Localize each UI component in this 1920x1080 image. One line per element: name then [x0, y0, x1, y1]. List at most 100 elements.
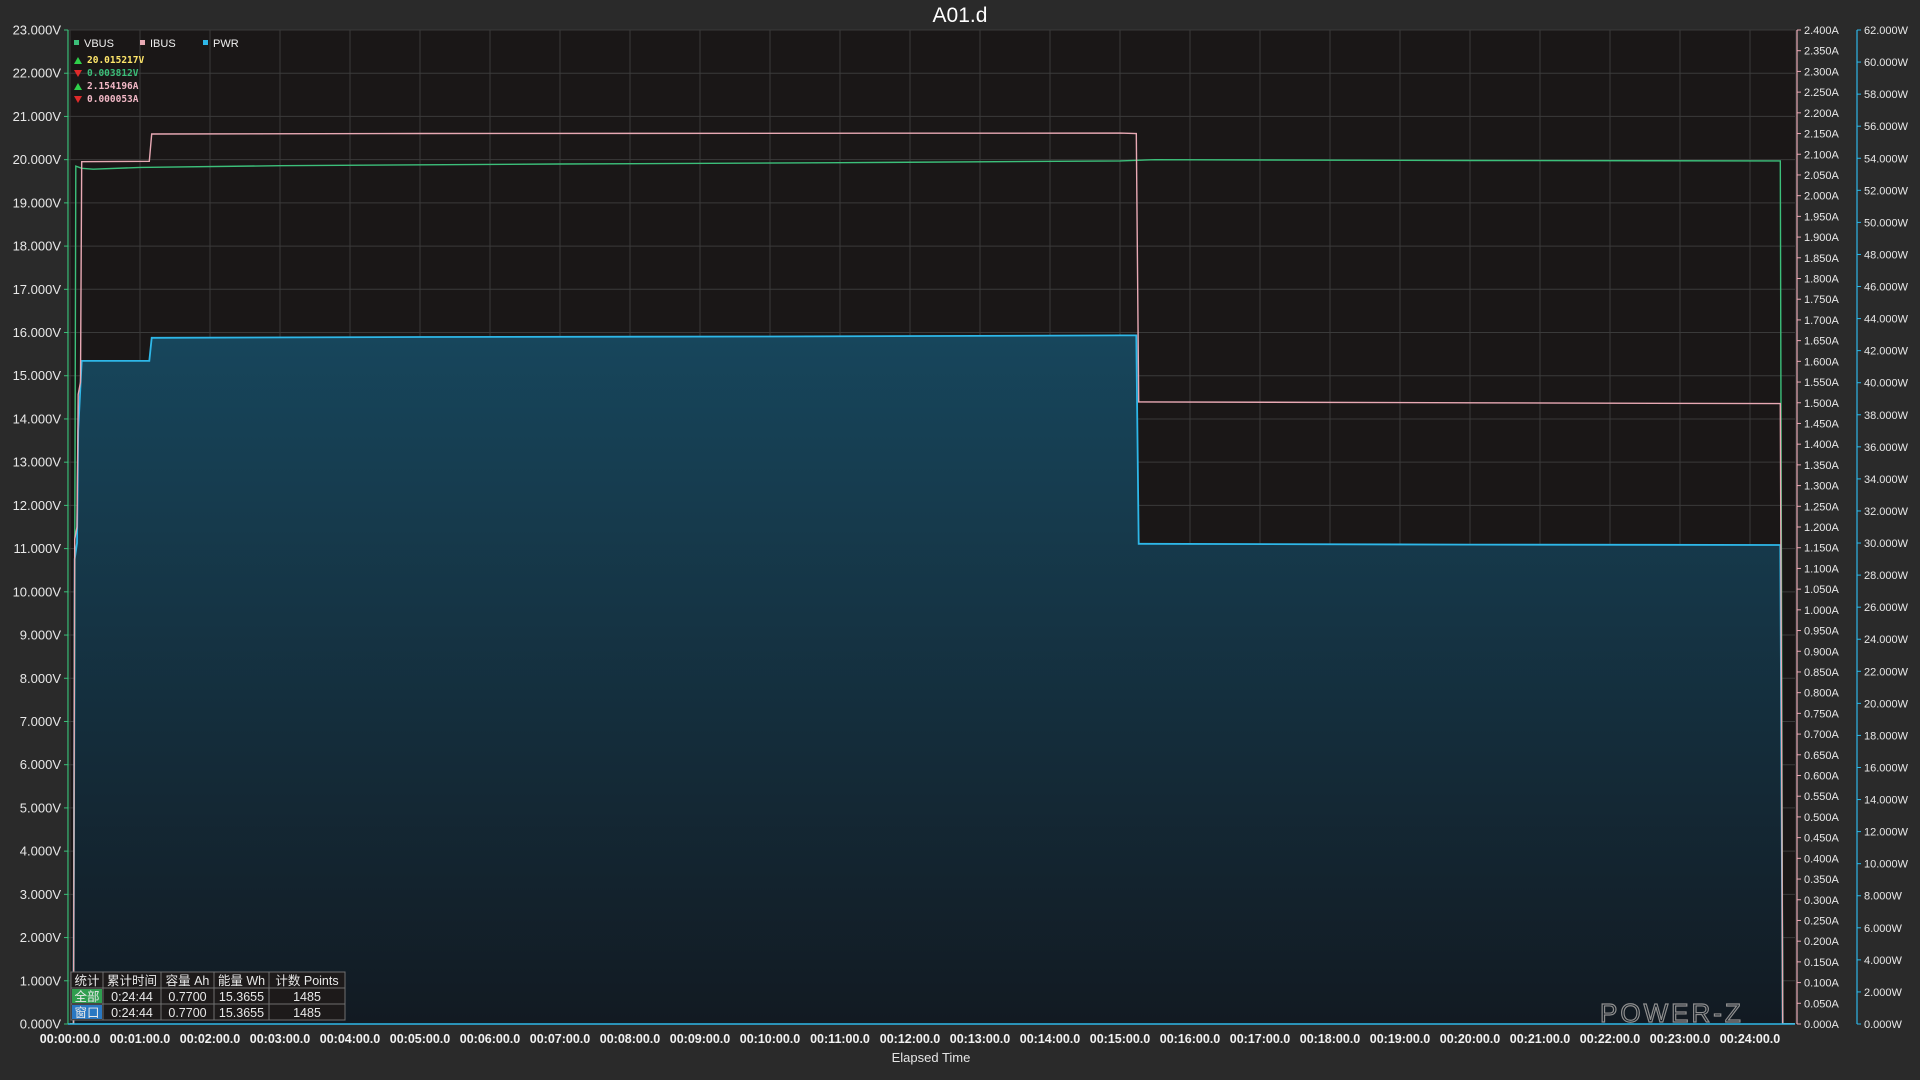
stats-table: 统计 累计时间 容量 Ah 能量 Wh 计数 Points 全部 0:24:44 0.7700…	[70, 971, 346, 1021]
x-tick-label: 00:18:00.0	[1300, 1032, 1361, 1046]
left-tick-label: 20.000V	[13, 152, 62, 167]
power-tick-label: 14.000W	[1864, 795, 1909, 807]
current-axis-ticks: 0.000A 0.050A 0.100A 0.150A 0.200A 0.250A 0.30…	[1797, 25, 1840, 1031]
x-tick-label: 00:21:00.0	[1510, 1032, 1571, 1046]
legend-swatch	[74, 40, 79, 45]
power-tick-label: 22.000W	[1864, 666, 1909, 678]
left-tick-label: 16.000V	[13, 325, 62, 340]
x-tick-label: 00:22:00.0	[1580, 1032, 1641, 1046]
x-tick-label: 00:00:00.0	[40, 1032, 101, 1046]
current-tick-label: 0.250A	[1804, 915, 1840, 927]
current-tick-label: 0.150A	[1804, 957, 1840, 969]
chart-title: A01.d	[933, 4, 988, 27]
readout-value: 0.000053A	[87, 94, 139, 105]
stats-cell: 0:24:44	[111, 990, 153, 1004]
readout-value: 2.154196A	[87, 81, 139, 92]
left-tick-label: 2.000V	[20, 930, 62, 945]
power-tick-label: 12.000W	[1864, 827, 1909, 839]
power-tick-label: 4.000W	[1864, 955, 1903, 967]
power-tick-label: 6.000W	[1864, 923, 1903, 935]
chart: A01.d 0.000V 1.000V 2.000V 3.000V 4.000V 5.00…	[0, 0, 1920, 1080]
current-tick-label: 0.450A	[1804, 833, 1840, 845]
stats-row-label: 窗口	[74, 1006, 99, 1020]
current-tick-label: 2.000A	[1804, 191, 1840, 203]
stats-cell: 0.7700	[168, 1006, 206, 1020]
left-tick-label: 15.000V	[13, 368, 62, 383]
power-tick-label: 30.000W	[1864, 538, 1909, 550]
power-tick-label: 60.000W	[1864, 57, 1909, 69]
stats-header: 容量 Ah	[166, 973, 210, 988]
x-tick-label: 00:14:00.0	[1020, 1032, 1081, 1046]
stats-cell: 15.3655	[219, 1006, 264, 1020]
power-tick-label: 42.000W	[1864, 346, 1909, 358]
left-tick-label: 9.000V	[20, 628, 62, 643]
current-tick-label: 0.500A	[1804, 812, 1840, 824]
power-tick-label: 50.000W	[1864, 217, 1909, 229]
legend-label: PWR	[213, 38, 239, 50]
x-tick-label: 00:03:00.0	[250, 1032, 311, 1046]
left-tick-label: 17.000V	[13, 282, 62, 297]
power-tick-label: 46.000W	[1864, 282, 1909, 294]
stats-cell: 0:24:44	[111, 1006, 153, 1020]
current-tick-label: 2.300A	[1804, 66, 1840, 78]
left-tick-label: 14.000V	[13, 411, 62, 426]
current-tick-label: 0.800A	[1804, 688, 1840, 700]
power-tick-label: 36.000W	[1864, 442, 1909, 454]
x-axis-label: Elapsed Time	[892, 1050, 971, 1065]
x-tick-label: 00:01:00.0	[110, 1032, 171, 1046]
power-tick-label: 38.000W	[1864, 410, 1909, 422]
current-tick-label: 1.050A	[1804, 584, 1840, 596]
brand-watermark: POWER-Z	[1600, 998, 1744, 1028]
current-tick-label: 1.400A	[1804, 439, 1840, 451]
current-tick-label: 0.300A	[1804, 895, 1840, 907]
current-tick-label: 1.900A	[1804, 232, 1840, 244]
power-tick-label: 48.000W	[1864, 249, 1909, 261]
current-tick-label: 0.200A	[1804, 936, 1840, 948]
stats-cell: 1485	[293, 990, 321, 1004]
current-tick-label: 0.900A	[1804, 646, 1840, 658]
current-tick-label: 2.200A	[1804, 108, 1840, 120]
left-tick-label: 19.000V	[13, 195, 62, 210]
power-tick-label: 44.000W	[1864, 314, 1909, 326]
current-tick-label: 1.550A	[1804, 377, 1840, 389]
current-tick-label: 0.100A	[1804, 978, 1840, 990]
x-tick-label: 00:06:00.0	[460, 1032, 521, 1046]
power-tick-label: 32.000W	[1864, 506, 1909, 518]
left-tick-label: 23.000V	[13, 23, 62, 38]
power-tick-label: 56.000W	[1864, 121, 1909, 133]
readout-value: 0.003812V	[87, 68, 139, 79]
x-tick-label: 00:02:00.0	[180, 1032, 241, 1046]
current-tick-label: 2.350A	[1804, 46, 1840, 58]
x-tick-label: 00:19:00.0	[1370, 1032, 1431, 1046]
current-tick-label: 0.700A	[1804, 729, 1840, 741]
current-tick-label: 1.950A	[1804, 211, 1840, 223]
current-tick-label: 0.000A	[1804, 1019, 1840, 1031]
legend-label: IBUS	[150, 38, 176, 50]
stats-cell: 1485	[293, 1006, 321, 1020]
power-tick-label: 52.000W	[1864, 185, 1909, 197]
x-tick-label: 00:05:00.0	[390, 1032, 451, 1046]
x-tick-label: 00:08:00.0	[600, 1032, 661, 1046]
x-tick-label: 00:23:00.0	[1650, 1032, 1711, 1046]
left-tick-label: 11.000V	[14, 541, 62, 556]
power-tick-label: 40.000W	[1864, 378, 1909, 390]
x-tick-label: 00:10:00.0	[740, 1032, 801, 1046]
left-tick-label: 18.000V	[13, 239, 62, 254]
x-tick-label: 00:04:00.0	[320, 1032, 381, 1046]
x-tick-label: 00:07:00.0	[530, 1032, 591, 1046]
legend: VBUS IBUS PWR	[74, 38, 239, 50]
power-tick-label: 24.000W	[1864, 634, 1909, 646]
x-tick-label: 00:11:00.0	[810, 1032, 870, 1046]
current-tick-label: 1.750A	[1804, 294, 1840, 306]
x-tick-label: 00:13:00.0	[950, 1032, 1011, 1046]
current-tick-label: 0.400A	[1804, 853, 1840, 865]
current-tick-label: 1.850A	[1804, 253, 1840, 265]
current-tick-label: 0.850A	[1804, 667, 1840, 679]
x-tick-label: 00:17:00.0	[1230, 1032, 1291, 1046]
stats-header: 能量 Wh	[218, 974, 265, 988]
current-tick-label: 0.350A	[1804, 874, 1840, 886]
left-tick-label: 22.000V	[13, 66, 62, 81]
x-tick-label: 00:09:00.0	[670, 1032, 731, 1046]
current-tick-label: 2.250A	[1804, 87, 1840, 99]
readout-value: 20.015217V	[87, 55, 144, 66]
